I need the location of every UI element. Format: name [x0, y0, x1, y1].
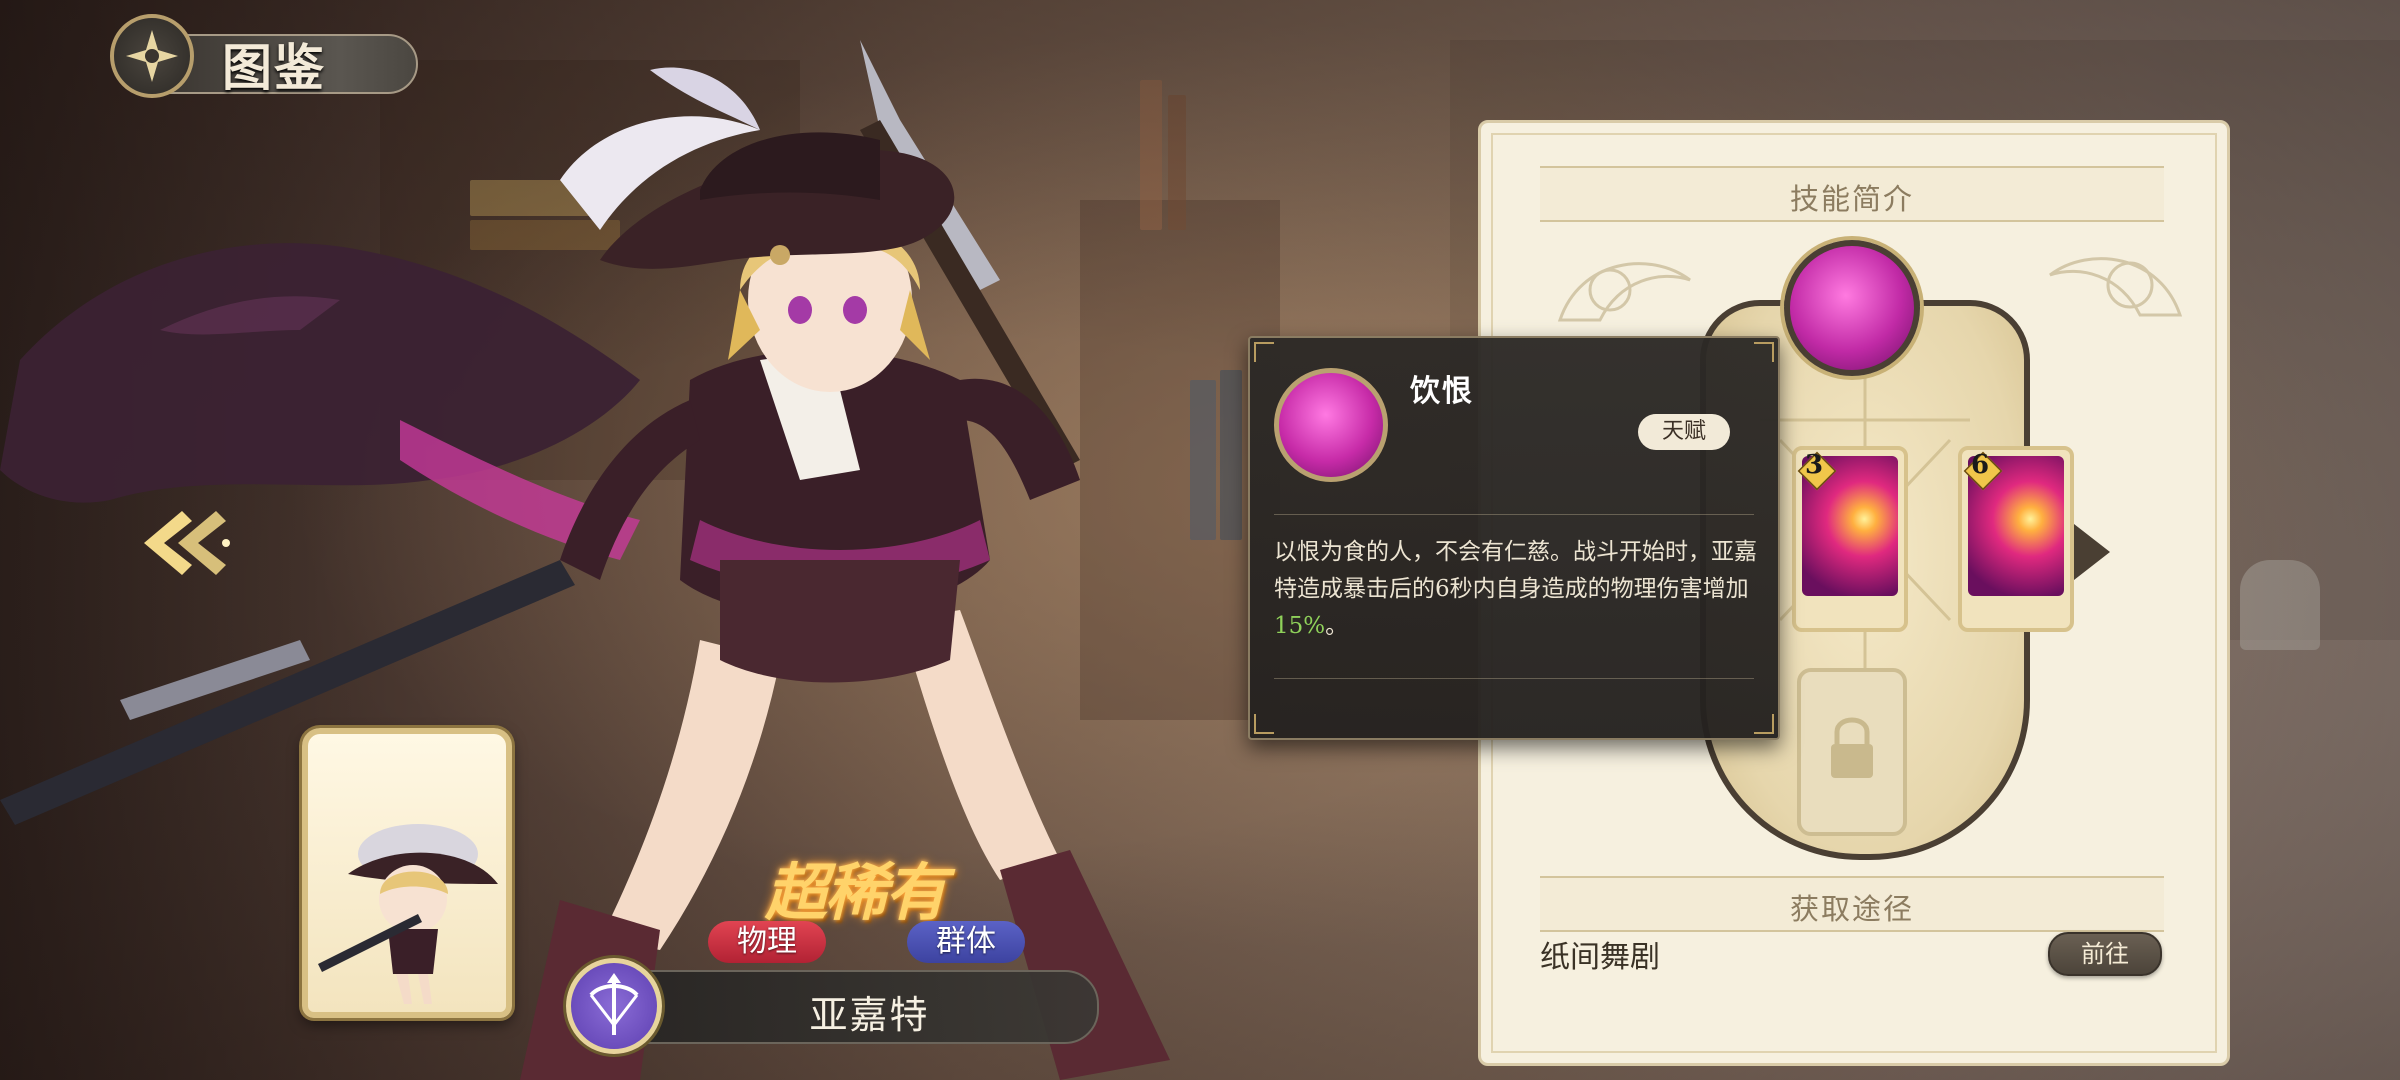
character-portrait-card[interactable] — [302, 728, 512, 1018]
acquire-section-title: 获取途径 — [1789, 892, 1914, 926]
rarity-label: 超稀有 — [764, 856, 947, 929]
class-emblem[interactable] — [566, 958, 662, 1054]
skill-section-title: 技能简介 — [1789, 182, 1914, 216]
corner-ornament — [1754, 342, 1774, 362]
corner-ornament — [1254, 714, 1274, 734]
chibi-character-image — [318, 824, 498, 1004]
tooltip-divider — [1274, 514, 1754, 515]
skill-node-card-3[interactable]: 3 — [1792, 446, 1908, 632]
skill-description-highlight: 15% — [1274, 613, 1326, 639]
acquire-source: 纸间舞剧 — [1540, 940, 1660, 975]
compass-emblem-icon — [126, 30, 178, 82]
skill-name: 饮恨 — [1410, 374, 1474, 409]
back-button[interactable] — [110, 14, 194, 98]
skill-description: 以恨为食的人，不会有仁慈。战斗开始时，亚嘉特造成暴击后的6秒内自身造成的物理伤害… — [1274, 534, 1760, 645]
tooltip-divider — [1274, 678, 1754, 679]
corner-ornament — [1254, 342, 1274, 362]
go-button[interactable]: 前往 — [2048, 932, 2162, 976]
acquire-section-header: 获取途径 — [1540, 876, 2164, 932]
tag-target-type: 群体 — [907, 921, 1025, 963]
skill-node-card-6[interactable]: 6 — [1958, 446, 2074, 632]
header: 图鉴 — [110, 14, 418, 100]
skill-cost-number: 3 — [1804, 450, 1824, 480]
skill-description-text: 以恨为食的人，不会有仁慈。战斗开始时，亚嘉特造成暴击后的6秒内自身造成的物理伤害… — [1274, 539, 1757, 602]
character-name: 亚嘉特 — [809, 993, 930, 1037]
skill-section-header: 技能简介 — [1540, 166, 2164, 222]
skill-node-locked[interactable] — [1797, 668, 1907, 836]
corner-ornament — [1754, 714, 1774, 734]
skill-node-ultimate[interactable] — [1784, 240, 1920, 376]
tag-damage-type: 物理 — [708, 921, 826, 963]
crossbow-class-icon — [589, 973, 639, 1035]
page-title: 图鉴 — [222, 38, 326, 97]
double-chevron-left-icon[interactable] — [138, 505, 234, 581]
skill-description-end: 。 — [1325, 613, 1349, 639]
skill-tooltip: 饮恨 天赋 以恨为食的人，不会有仁慈。战斗开始时，亚嘉特造成暴击后的6秒内自身造… — [1248, 336, 1780, 740]
character-name-bar: 亚嘉特 — [640, 970, 1099, 1044]
skill-type-badge: 天赋 — [1638, 414, 1730, 450]
skill-icon — [1274, 368, 1388, 482]
lock-icon — [1831, 717, 1873, 778]
skill-cost-number: 6 — [1970, 450, 1990, 480]
chevron-right-icon[interactable] — [2070, 520, 2114, 584]
